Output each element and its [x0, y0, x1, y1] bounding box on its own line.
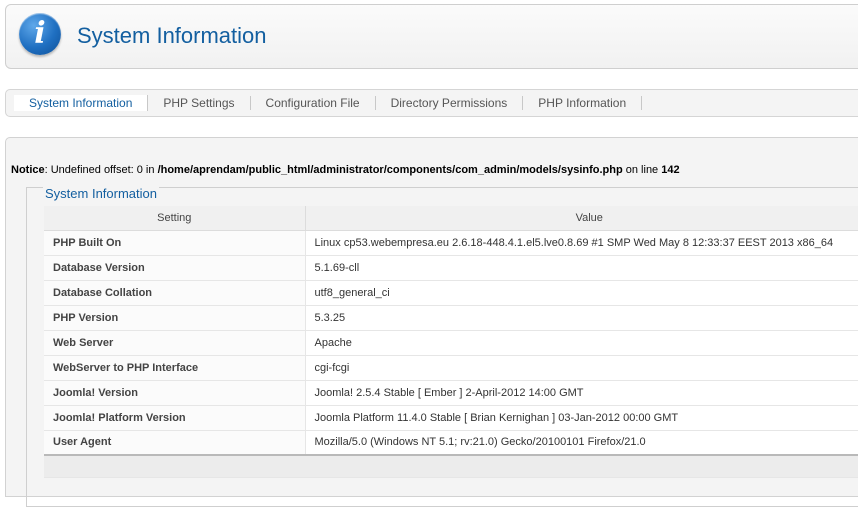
page-header: i System Information — [5, 4, 858, 69]
table-header-row: Setting Value — [44, 206, 858, 231]
notice-line-number: 142 — [661, 164, 680, 176]
table-footer-row — [44, 454, 858, 478]
setting-cell: PHP Built On — [44, 230, 306, 256]
notice-label: Notice — [11, 164, 45, 176]
setting-cell: Web Server — [44, 330, 306, 356]
table-row: PHP Version 5.3.25 — [44, 305, 858, 331]
setting-cell: Joomla! Version — [44, 380, 306, 406]
table-row: PHP Built On Linux cp53.webempresa.eu 2.… — [44, 230, 858, 256]
system-info-table: Setting Value PHP Built On Linux cp53.we… — [44, 206, 858, 478]
value-cell: Linux cp53.webempresa.eu 2.6.18-448.4.1.… — [305, 230, 858, 256]
setting-cell: Database Version — [44, 255, 306, 281]
fieldset-legend: System Information — [43, 186, 159, 201]
setting-cell: WebServer to PHP Interface — [44, 355, 306, 381]
setting-cell: User Agent — [44, 430, 306, 456]
notice-on-line: on line — [622, 164, 662, 176]
value-cell: utf8_general_ci — [305, 280, 858, 306]
table-row: Database Version 5.1.69-cll — [44, 255, 858, 281]
value-cell: cgi-fcgi — [305, 355, 858, 381]
tab-configuration-file[interactable]: Configuration File — [251, 96, 376, 110]
tab-bar: System Information PHP Settings Configur… — [5, 89, 858, 117]
setting-cell: Joomla! Platform Version — [44, 405, 306, 431]
table-row: Joomla! Version Joomla! 2.5.4 Stable [ E… — [44, 380, 858, 406]
footer-cell — [44, 454, 305, 478]
table-row: User Agent Mozilla/5.0 (Windows NT 5.1; … — [44, 430, 858, 456]
setting-cell: Database Collation — [44, 280, 306, 306]
notice-path: /home/aprendam/public_html/administrator… — [157, 164, 623, 176]
value-cell: Joomla! 2.5.4 Stable [ Ember ] 2-April-2… — [305, 380, 858, 406]
table-row: WebServer to PHP Interface cgi-fcgi — [44, 355, 858, 381]
tab-system-information[interactable]: System Information — [14, 95, 149, 111]
footer-cell — [305, 454, 858, 478]
setting-cell: PHP Version — [44, 305, 306, 331]
info-icon: i — [19, 13, 61, 55]
value-cell: Apache — [305, 330, 858, 356]
table-row: Web Server Apache — [44, 330, 858, 356]
value-cell: 5.1.69-cll — [305, 255, 858, 281]
notice-text: : Undefined offset: 0 in — [44, 164, 158, 176]
value-cell: 5.3.25 — [305, 305, 858, 331]
tab-directory-permissions[interactable]: Directory Permissions — [376, 96, 524, 110]
page-title: System Information — [77, 23, 267, 48]
tab-php-information[interactable]: PHP Information — [523, 96, 643, 110]
table-row: Database Collation utf8_general_ci — [44, 280, 858, 306]
column-header-setting: Setting — [44, 206, 306, 231]
php-notice: Notice: Undefined offset: 0 in /home/apr… — [11, 164, 680, 176]
table-row: Joomla! Platform Version Joomla Platform… — [44, 405, 858, 431]
column-header-value: Value — [305, 206, 858, 231]
value-cell: Mozilla/5.0 (Windows NT 5.1; rv:21.0) Ge… — [305, 430, 858, 456]
tab-php-settings[interactable]: PHP Settings — [148, 96, 251, 110]
value-cell: Joomla Platform 11.4.0 Stable [ Brian Ke… — [305, 405, 858, 431]
